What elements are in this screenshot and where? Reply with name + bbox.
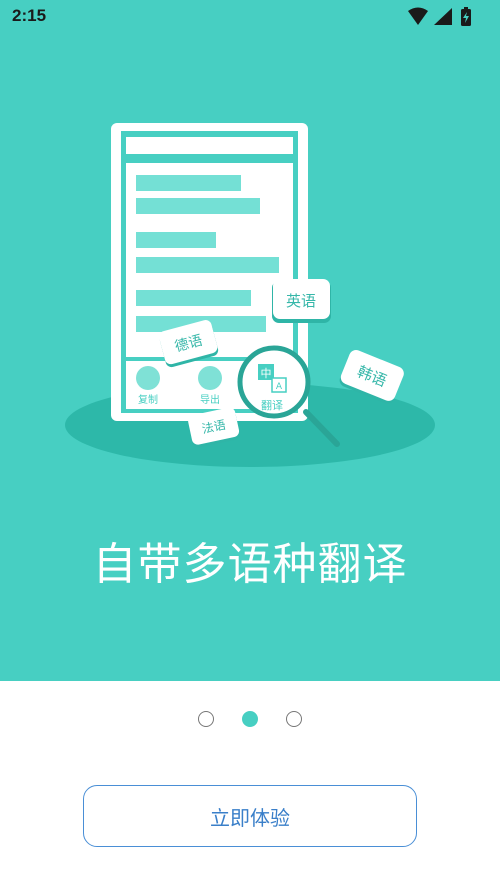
translate-badge-top: 中: [261, 367, 272, 380]
copy-icon: [136, 366, 160, 390]
copy-label: 复制: [138, 393, 158, 406]
text-line: [136, 232, 216, 248]
page-dot-2-active[interactable]: [242, 711, 258, 727]
feature-headline: 自带多语种翻译: [92, 539, 408, 590]
export-icon: [198, 366, 222, 390]
page-dot-1[interactable]: [198, 711, 214, 727]
text-line: [136, 290, 251, 306]
text-line: [136, 257, 279, 273]
translate-badge-bottom: A: [276, 382, 283, 392]
language-tag-english: 英语: [272, 279, 331, 323]
page-indicator[interactable]: [0, 711, 500, 733]
text-line: [136, 198, 260, 214]
export-label: 导出: [200, 393, 220, 406]
try-now-button[interactable]: 立即体验: [83, 785, 417, 847]
svg-text:英语: 英语: [286, 292, 316, 310]
text-line: [136, 175, 241, 191]
page-dot-3[interactable]: [286, 711, 302, 727]
translate-label: 翻译: [261, 398, 283, 412]
